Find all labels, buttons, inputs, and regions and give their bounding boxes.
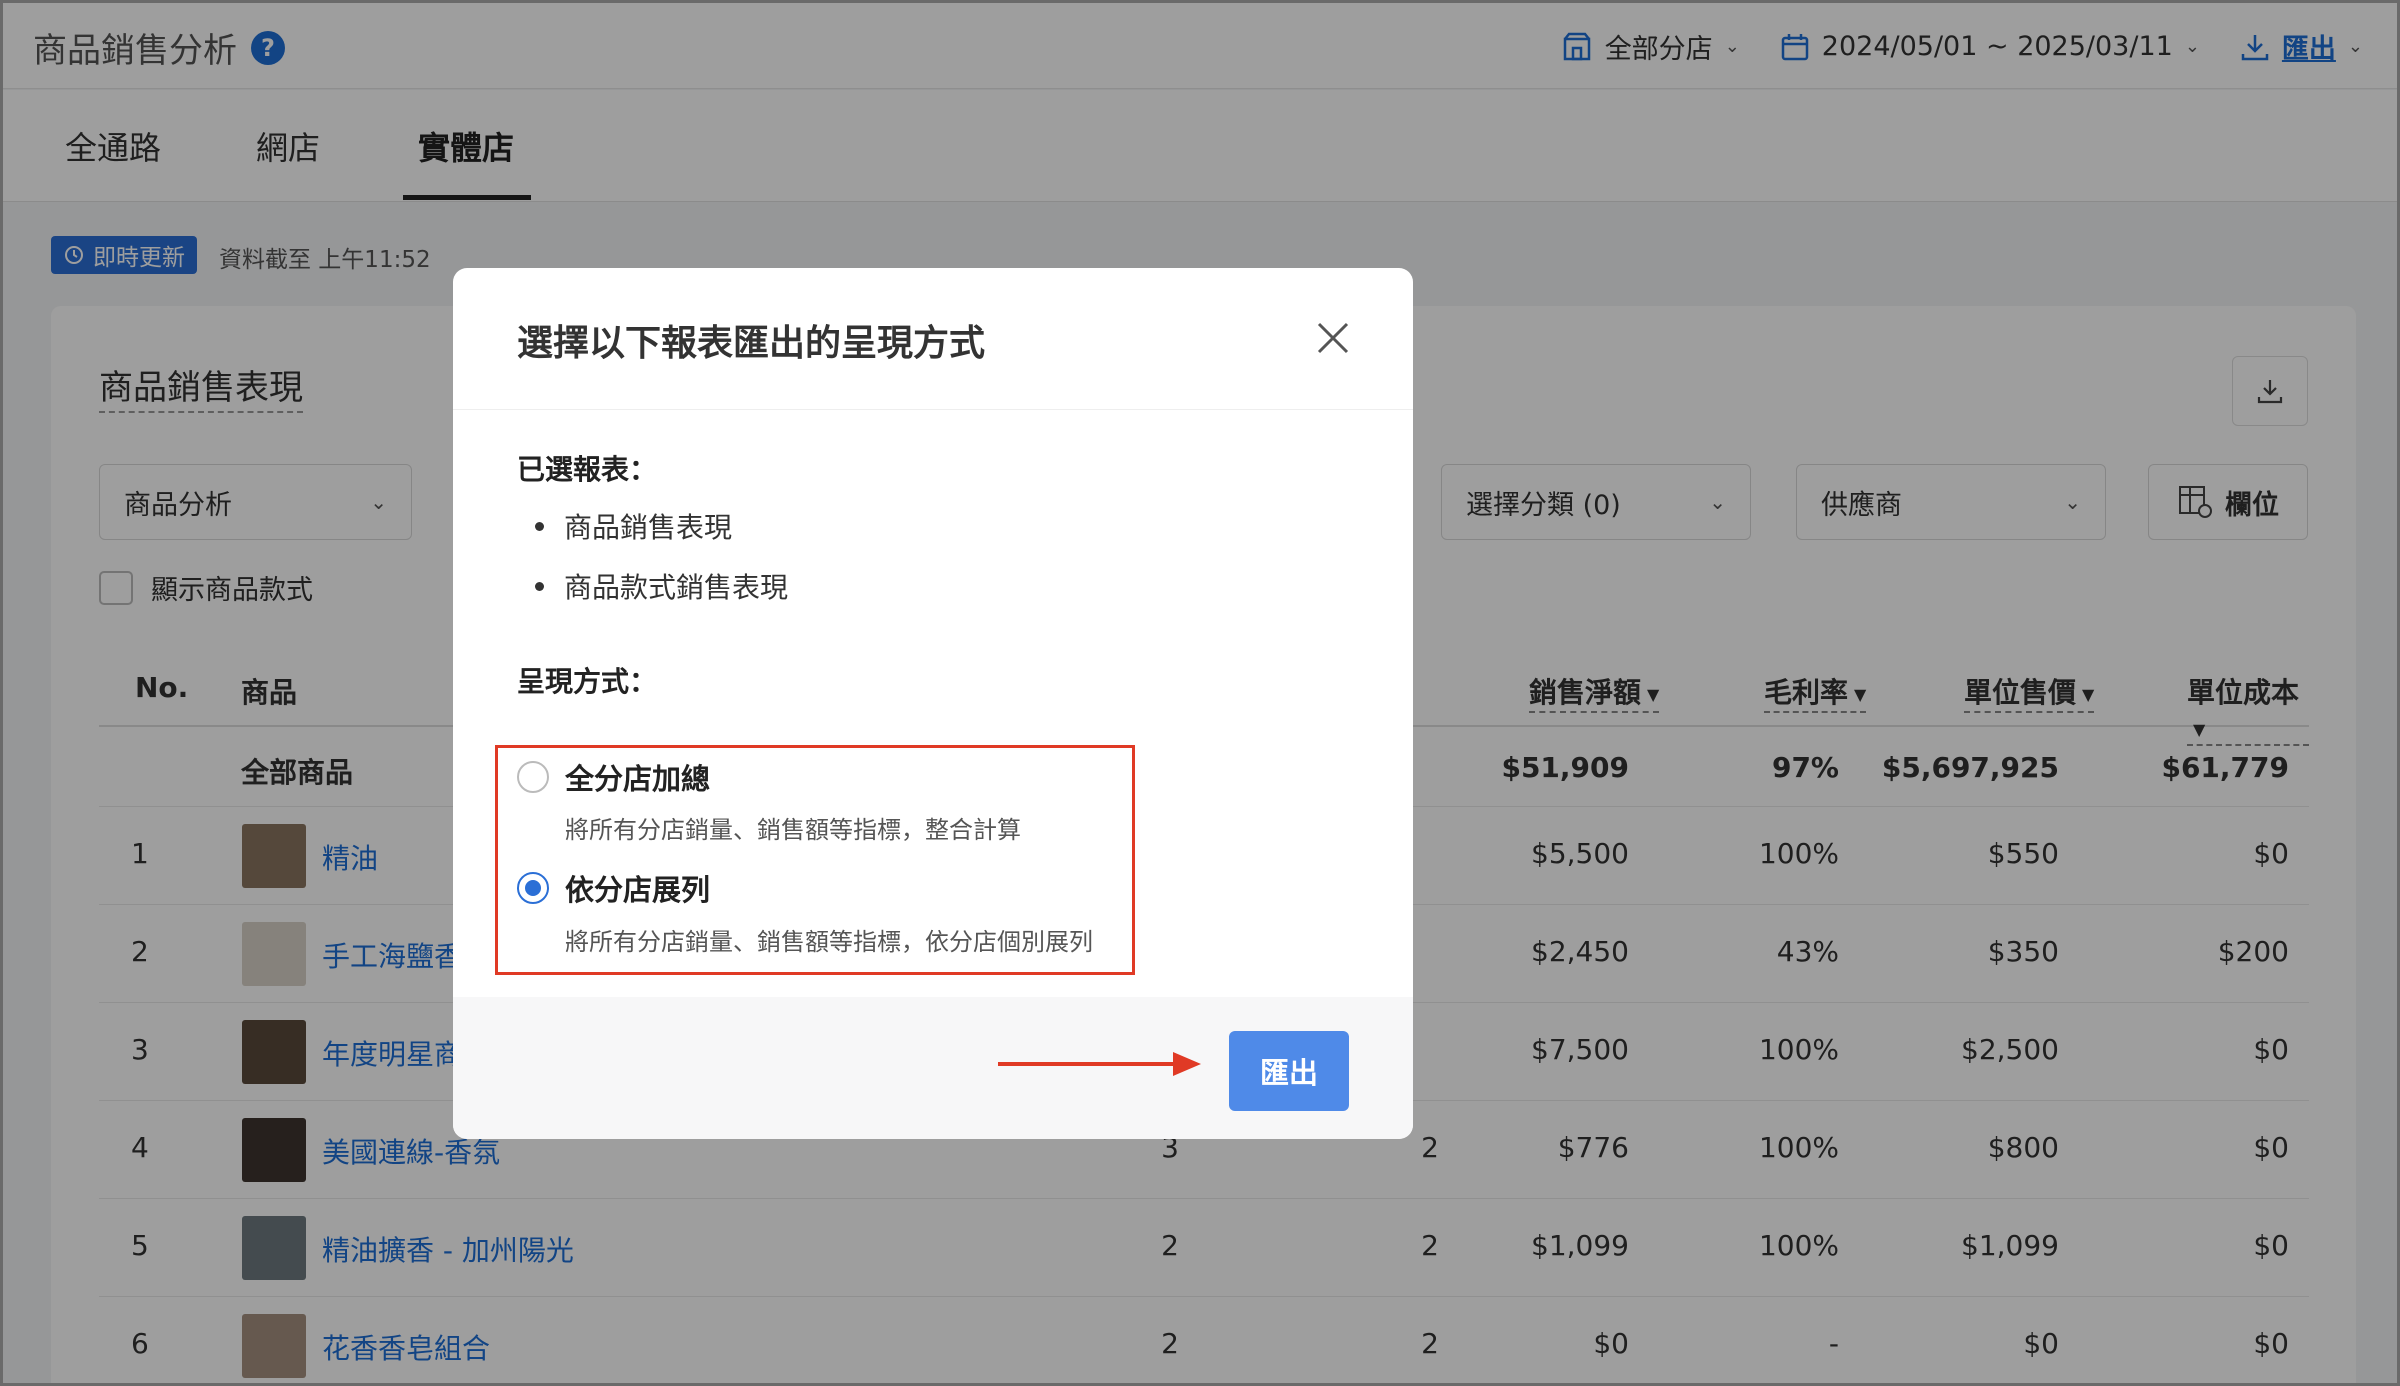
option-by-store[interactable]: 依分店展列	[517, 867, 710, 909]
option-all-stores-total[interactable]: 全分店加總	[517, 756, 710, 798]
list-item: 商品款式銷售表現	[535, 566, 788, 606]
radio-all-stores-total[interactable]	[517, 761, 549, 793]
option-description: 將所有分店銷量、銷售額等指標，依分店個別展列	[565, 928, 1093, 956]
export-button[interactable]: 匯出	[1229, 1031, 1349, 1111]
arrow-pointer	[998, 1052, 1201, 1076]
dialog-title: 選擇以下報表匯出的呈現方式	[517, 323, 986, 364]
dialog-header: 選擇以下報表匯出的呈現方式	[453, 268, 1413, 410]
list-item: 商品銷售表現	[535, 506, 732, 546]
display-mode-label: 呈現方式：	[517, 665, 658, 698]
dialog-body: 已選報表： 商品銷售表現 商品款式銷售表現 呈現方式： 全分店加總 將所有分店銷…	[453, 410, 1413, 997]
selected-reports-label: 已選報表：	[517, 453, 658, 486]
dialog-footer: 匯出	[453, 997, 1413, 1139]
radio-by-store[interactable]	[517, 872, 549, 904]
app-window: 商品銷售分析 ? 全部分店 ⌄ 2024/05/01 ~ 2025/03/11 …	[0, 0, 2400, 1386]
close-icon[interactable]	[1313, 318, 1353, 358]
export-mode-dialog: 選擇以下報表匯出的呈現方式 已選報表： 商品銷售表現 商品款式銷售表現 呈現方式…	[453, 268, 1413, 1139]
option-description: 將所有分店銷量、銷售額等指標，整合計算	[565, 816, 1021, 844]
